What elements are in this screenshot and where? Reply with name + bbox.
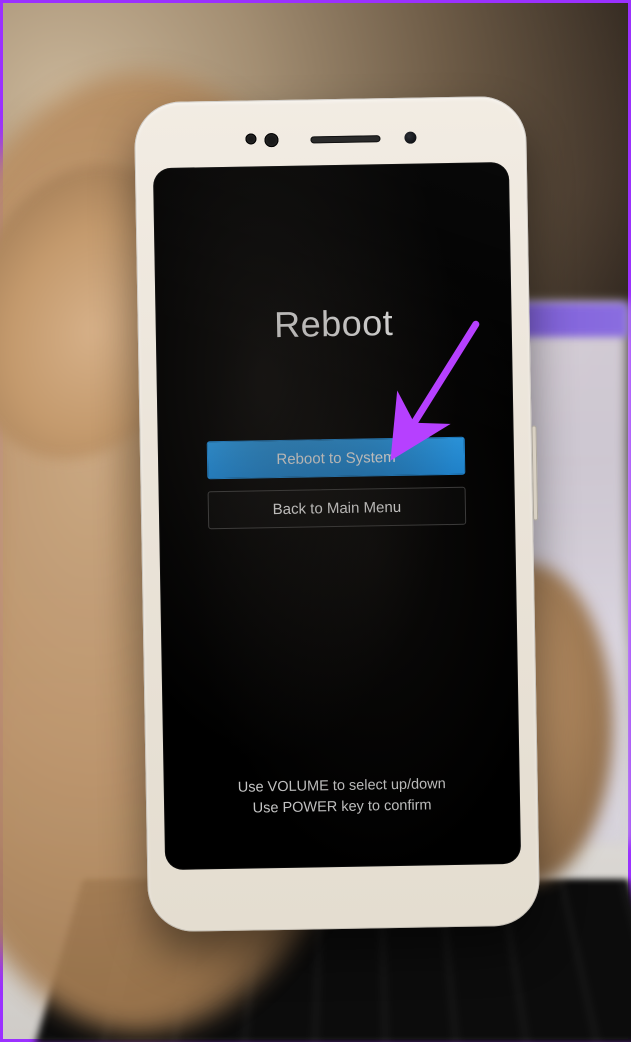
earpiece-icon [310,135,380,143]
page-title: Reboot [155,300,512,348]
phone-body: Reboot Reboot to System Back to Main Men… [134,96,540,933]
proximity-sensor-icon [245,133,256,144]
ambient-sensor-icon [264,133,278,147]
menu-item-reboot-to-system[interactable]: Reboot to System [207,437,466,479]
menu-item-back-to-main-menu[interactable]: Back to Main Menu [208,487,467,529]
screenshot-frame: Reboot Reboot to System Back to Main Men… [0,0,631,1042]
recovery-hint: Use VOLUME to select up/down Use POWER k… [164,772,521,822]
recovery-menu: Reboot to System Back to Main Menu [207,437,466,529]
phone-screen: Reboot Reboot to System Back to Main Men… [153,162,521,870]
recovery-screen: Reboot Reboot to System Back to Main Men… [153,162,521,870]
front-camera-icon [404,132,416,144]
phone-top-sensor-bar [134,122,526,157]
